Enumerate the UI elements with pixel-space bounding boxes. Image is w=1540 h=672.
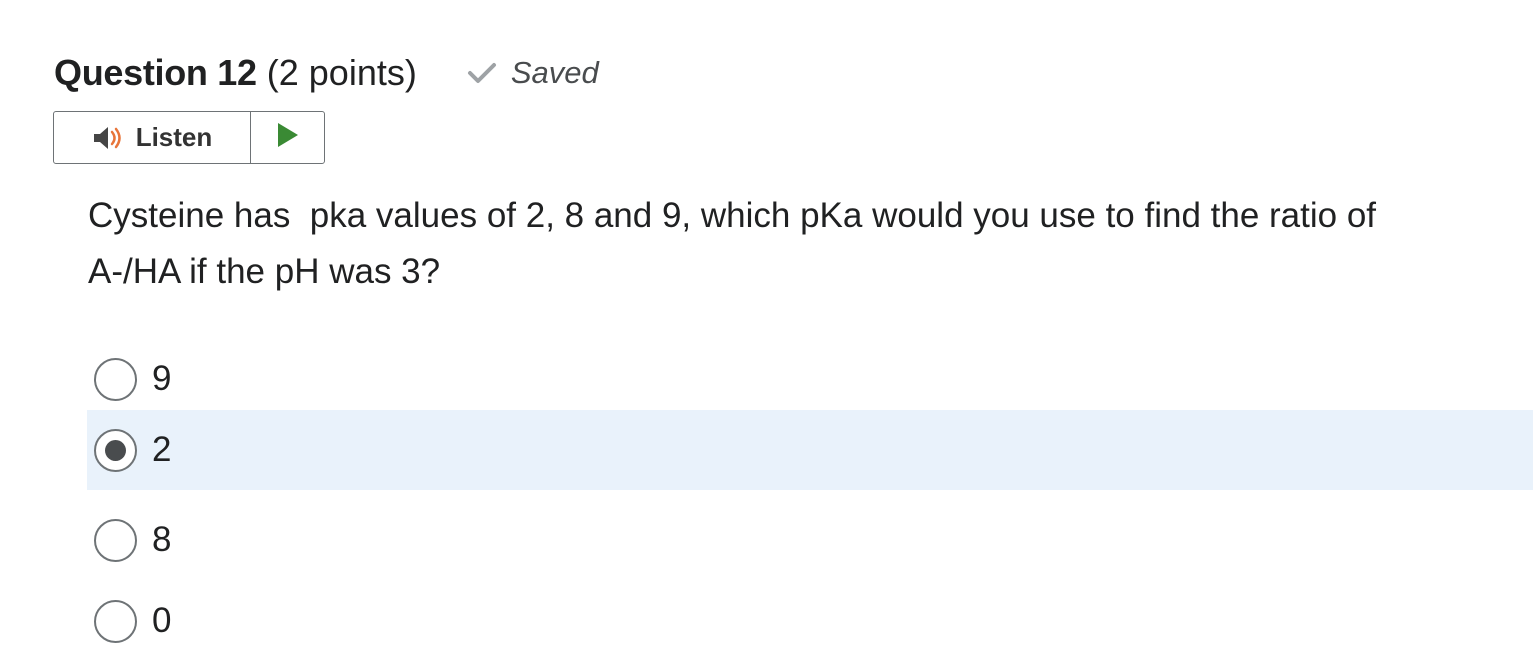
option-label: 8 [152,520,172,559]
speaker-icon [92,123,136,153]
saved-status: Saved [467,55,599,91]
play-icon [276,121,300,154]
listen-button[interactable]: Listen [54,112,251,163]
radio-button[interactable] [94,518,137,562]
question-text: Cysteine has pka values of 2, 8 and 9, w… [88,196,1377,291]
saved-label: Saved [510,55,599,90]
option-label: 0 [152,601,172,640]
question-title: Question 12 [54,52,257,93]
answer-option-1[interactable]: 9 [87,339,1533,419]
question-header: Question 12 (2 points) Saved [54,48,599,98]
listen-widget: Listen [53,111,325,164]
answer-option-2[interactable]: 2 [87,410,1533,490]
checkmark-icon [467,61,497,85]
answer-option-3[interactable]: 8 [87,500,1533,580]
answer-option-4[interactable]: 0 [87,581,1533,661]
radio-button[interactable] [94,357,137,401]
radio-selected-dot [105,439,126,461]
option-label: 2 [152,430,172,469]
listen-label: Listen [135,122,213,152]
option-label: 9 [152,359,172,398]
play-button[interactable] [251,112,324,163]
question-points: (2 points) [266,52,417,93]
radio-button[interactable] [94,599,137,643]
radio-button-selected[interactable] [94,428,137,472]
